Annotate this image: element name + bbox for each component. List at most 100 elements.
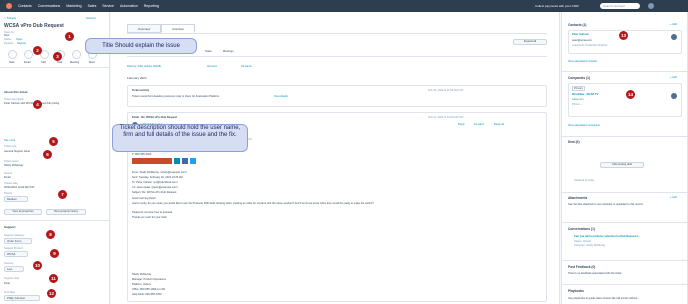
all-users-filter[interactable]: All users (207, 65, 217, 68)
add-company-link[interactable]: + Add (670, 76, 677, 79)
support-user-value[interactable]: Peter (4, 282, 10, 285)
all-teams-filter[interactable]: All teams (241, 65, 252, 68)
view-property-history-button[interactable]: View property history (46, 209, 86, 215)
support-product-select[interactable]: WCSA (4, 251, 28, 257)
support-section-header[interactable]: Support (4, 225, 16, 229)
primary-badge: Primary (572, 86, 585, 91)
nav-automation[interactable]: Automation (120, 4, 138, 8)
meeting-icon[interactable] (72, 50, 81, 59)
see-more-link[interactable]: See more (4, 139, 15, 142)
expand-all-button[interactable]: Expand all (513, 39, 547, 45)
ticket-owner-value[interactable]: Shelly McMurray (4, 164, 23, 167)
reply-link[interactable]: Reply (458, 123, 465, 126)
global-search-input[interactable]: Search HubSpot (600, 3, 640, 9)
tab-overview-label: Overview (137, 27, 151, 31)
user-avatar[interactable] (648, 3, 654, 9)
add-existing-deal-button[interactable]: Add existing deal (600, 162, 644, 168)
tech-rep-select[interactable]: Philip Johnson (4, 295, 40, 301)
actions-dropdown[interactable]: Actions (86, 16, 96, 20)
pipeline-value[interactable]: Support (17, 42, 26, 45)
tab-activities-label: Activities (172, 27, 184, 31)
contact-email[interactable]: peter@wcsa.com (572, 39, 592, 42)
source-value[interactable]: Email (4, 176, 11, 179)
contacts-card-header[interactable]: Contacts (1) (568, 23, 586, 27)
signature-logo-banner (132, 158, 172, 164)
annotation-badge: 10 (33, 261, 42, 270)
tab-activities[interactable]: Activities (161, 24, 195, 33)
ticket-title[interactable]: WCSA vPro Dub Request (4, 23, 64, 29)
create-date-label: Create date (4, 182, 18, 185)
email-title[interactable]: Email - Re: WCSA vPro Dub Request (132, 116, 177, 119)
status-value[interactable]: Open (16, 38, 22, 41)
nav-reporting[interactable]: Reporting (144, 4, 159, 8)
nav-marketing[interactable]: Marketing (66, 4, 81, 8)
add-existing-deal-label: Add existing deal (612, 163, 632, 166)
contact-name[interactable]: Peter Carlson (572, 33, 589, 36)
add-contact-link[interactable]: + Add (670, 23, 677, 26)
conversation-title[interactable]: Can you add a producer selection for Dub… (574, 235, 640, 238)
company-domain[interactable]: wcsa.com (572, 98, 584, 101)
nav-sales[interactable]: Sales (88, 4, 97, 8)
ticket-description-value[interactable]: Peter Carlson with WCSA requested dub pr… (4, 102, 60, 105)
ticket-activity-label: Ticket activity (132, 89, 150, 92)
divider (127, 33, 547, 34)
description-callout: Ticket description should hold the user … (112, 124, 248, 152)
sub-tab-tasks[interactable]: Tasks (205, 50, 212, 53)
filter-activity-link[interactable]: Filter by: Filter activity (22/28) (127, 65, 161, 68)
annotation-badge: 11 (49, 274, 58, 283)
add-attachment-link[interactable]: + Add (670, 196, 677, 199)
annotation-badge: 3 (53, 52, 62, 61)
collect-payments-link[interactable]: Collect payments with your CRM (535, 4, 579, 8)
annotation-badge: 7 (58, 190, 67, 199)
contact-title: Lead Role: Production Director (572, 44, 608, 47)
title-callout: Title Should explain the issue (85, 38, 197, 54)
tab-overview[interactable]: Overview (127, 24, 161, 33)
feedback-card-header[interactable]: Post Feedback (0) (568, 265, 595, 269)
support-product-label: Support Product (4, 247, 23, 250)
view-all-properties-button[interactable]: View all properties (4, 209, 42, 215)
social-icon[interactable] (190, 158, 196, 164)
note-icon[interactable] (8, 50, 17, 59)
divider (562, 284, 687, 285)
activity-timeline: Overview Activities Search activities Ex… (111, 12, 560, 304)
social-icon[interactable] (174, 158, 180, 164)
reply-all-link[interactable]: Reply all (494, 123, 504, 126)
nav-conversations[interactable]: Conversations (38, 4, 60, 8)
about-section-header[interactable]: About this ticket (4, 90, 28, 94)
annotation-badge: 9 (50, 249, 59, 258)
playbooks-card-header[interactable]: Playbooks (568, 289, 584, 293)
note-label: Note (9, 61, 15, 64)
severity-select[interactable]: Low (4, 266, 24, 272)
priority-select[interactable]: Medium (4, 196, 28, 202)
forward-link[interactable]: Forward (474, 123, 484, 126)
meeting-label: Meeting (70, 61, 80, 64)
email-date: Feb 21, 2024 at 10:29 AM CST (428, 116, 464, 119)
view-property-history-label: View property history (53, 210, 79, 213)
priority-value: Medium (7, 197, 17, 201)
pipeline-label: Pipeline: (4, 42, 14, 45)
social-icon[interactable] (182, 158, 188, 164)
ticket-activity-text: Ticket moved from Awaiting customer repl… (132, 95, 220, 98)
attachments-card-header[interactable]: Attachments (568, 196, 587, 200)
back-to-tickets-link[interactable]: < Tickets (4, 16, 16, 20)
hubspot-logo-icon[interactable] (6, 3, 12, 9)
conversations-card-header[interactable]: Conversations (1) (568, 227, 595, 231)
feedback-text: There's no feedback associated with this… (568, 272, 623, 275)
deals-card-header[interactable]: Deal (0) (568, 140, 580, 144)
nav-service[interactable]: Service (102, 4, 114, 8)
companies-card-header[interactable]: Companies (1) (568, 76, 590, 80)
view-associated-contacts-link[interactable]: View associated contacts (568, 60, 597, 63)
sub-tab-meetings[interactable]: Meetings (223, 50, 234, 53)
ticket-type-value[interactable]: General Support Issue (4, 150, 30, 153)
divider (562, 136, 687, 137)
view-details-link[interactable]: View details (274, 95, 288, 98)
view-associated-companies-link[interactable]: View associated companies (568, 124, 600, 127)
create-date-value[interactable]: 02/21/2024 12:00 AM CST (4, 186, 35, 189)
company-name[interactable]: Woodlake - WCSA TV (572, 93, 598, 96)
email-icon[interactable] (24, 50, 33, 59)
support-category-select[interactable]: Order Form (4, 238, 32, 244)
email-label: Email (24, 61, 31, 64)
email-body-paragraph: Just to verify, do you mean you would li… (132, 202, 374, 205)
nav-contacts[interactable]: Contacts (18, 4, 32, 8)
more-label: More (89, 61, 95, 64)
